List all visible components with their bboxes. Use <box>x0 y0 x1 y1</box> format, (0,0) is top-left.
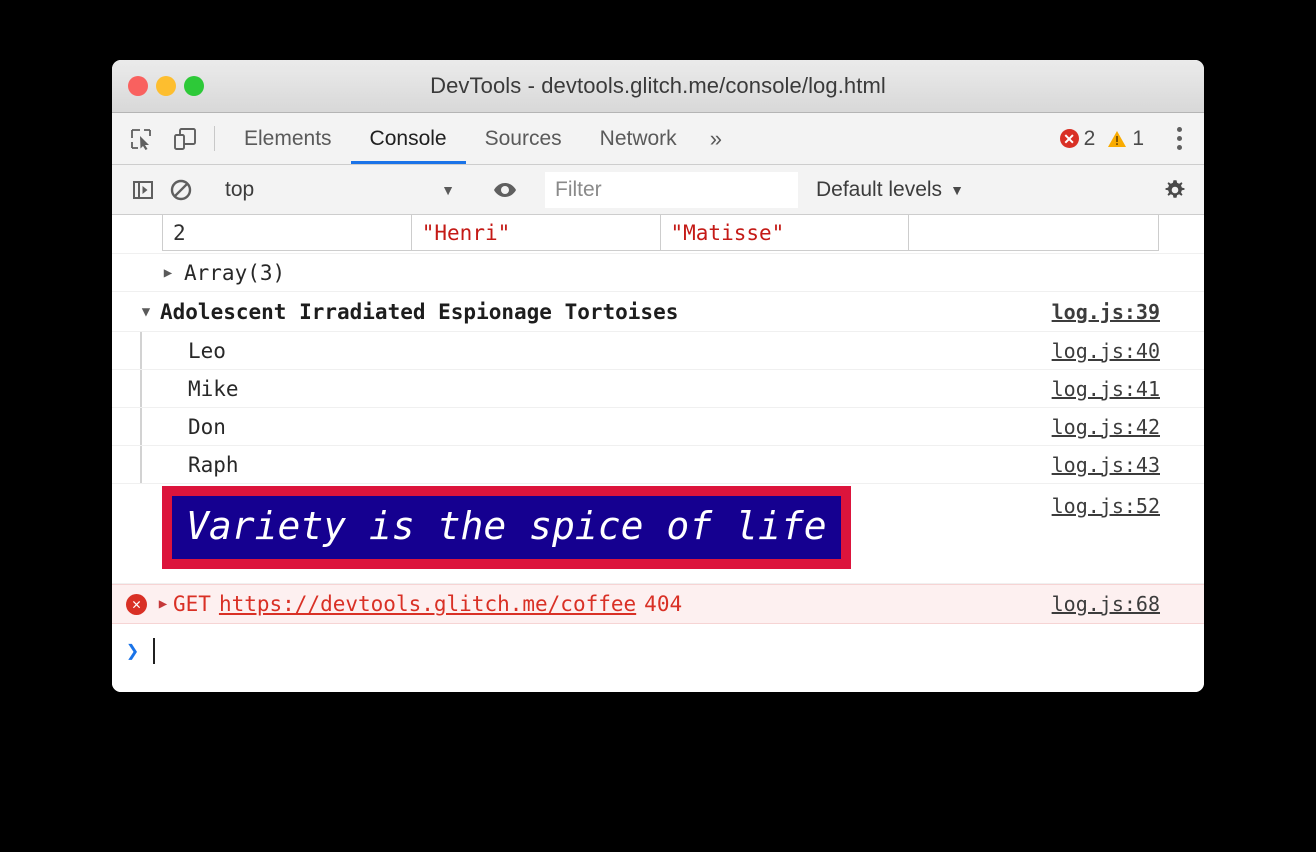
message-text: Mike <box>188 377 239 401</box>
tab-elements[interactable]: Elements <box>225 113 351 164</box>
chevron-right-icon[interactable]: ▶ <box>160 265 176 281</box>
source-link[interactable]: log.js:52 <box>1052 494 1160 518</box>
source-link[interactable]: log.js:43 <box>1052 453 1160 477</box>
table-cell-value: "Matisse" <box>661 215 910 250</box>
console-table: 2 "Henri" "Matisse" <box>112 215 1204 254</box>
request-url[interactable]: https://devtools.glitch.me/coffee <box>219 592 636 616</box>
message-text: Raph <box>188 453 239 477</box>
response-status: 404 <box>644 592 682 616</box>
console-message[interactable]: Mike log.js:41 <box>112 370 1204 408</box>
filter-input[interactable] <box>545 172 798 208</box>
devtools-window: DevTools - devtools.glitch.me/console/lo… <box>112 60 1204 692</box>
console-message[interactable]: Don log.js:42 <box>112 408 1204 446</box>
console-message-error[interactable]: ✕ ▶ GET https://devtools.glitch.me/coffe… <box>112 584 1204 624</box>
warning-triangle-icon <box>1107 130 1127 148</box>
window-titlebar: DevTools - devtools.glitch.me/console/lo… <box>112 60 1204 113</box>
table-cell-index: 2 <box>163 215 412 250</box>
chevron-down-icon: ▼ <box>441 182 465 198</box>
table-cell-value: "Henri" <box>412 215 661 250</box>
source-link[interactable]: log.js:39 <box>1052 300 1160 324</box>
devtools-tabbar: Elements Console Sources Network » ✕ 2 1 <box>112 113 1204 165</box>
show-console-sidebar-icon[interactable] <box>124 171 162 209</box>
message-text: Don <box>188 415 226 439</box>
tabbar-left-icons <box>122 113 204 164</box>
tab-console[interactable]: Console <box>351 113 466 164</box>
tabbar-divider <box>214 126 215 151</box>
tabbar-right-group: ✕ 2 1 <box>1060 113 1204 164</box>
console-group-title: Adolescent Irradiated Espionage Tortoise… <box>160 300 678 324</box>
log-levels-value: Default levels <box>816 178 942 202</box>
styled-message-text: Variety is the spice of life <box>162 486 851 569</box>
chevron-down-icon[interactable]: ▼ <box>138 304 154 320</box>
table-row[interactable]: 2 "Henri" "Matisse" <box>162 215 1159 251</box>
execution-context-value: top <box>225 178 254 202</box>
console-message[interactable]: Leo log.js:40 <box>112 332 1204 370</box>
error-circle-icon: ✕ <box>126 594 147 615</box>
console-group-header[interactable]: ▼ Adolescent Irradiated Espionage Tortoi… <box>112 292 1204 332</box>
prompt-chevron-icon: ❯ <box>126 639 139 664</box>
panel-tabs: Elements Console Sources Network » <box>225 113 736 164</box>
log-levels-selector[interactable]: Default levels ▼ <box>816 178 964 202</box>
source-link[interactable]: log.js:42 <box>1052 415 1160 439</box>
warning-count-value: 1 <box>1132 127 1144 151</box>
tab-sources[interactable]: Sources <box>466 113 581 164</box>
clear-console-icon[interactable] <box>162 171 200 209</box>
warning-count[interactable]: 1 <box>1107 127 1144 151</box>
console-toolbar-right <box>1135 171 1204 209</box>
window-title: DevTools - devtools.glitch.me/console/lo… <box>112 73 1204 99</box>
device-toolbar-icon[interactable] <box>166 120 204 158</box>
console-toolbar: top ▼ Default levels ▼ <box>112 165 1204 215</box>
create-live-expression-icon[interactable] <box>486 171 524 209</box>
error-count-value: 2 <box>1084 127 1096 151</box>
tab-network[interactable]: Network <box>581 113 696 164</box>
console-prompt[interactable]: ❯ <box>112 624 1204 678</box>
source-link[interactable]: log.js:41 <box>1052 377 1160 401</box>
execution-context-selector[interactable]: top ▼ <box>221 178 465 202</box>
inspect-element-icon[interactable] <box>122 120 160 158</box>
console-message-styled[interactable]: Variety is the spice of life log.js:52 <box>112 484 1204 584</box>
console-group-body: Leo log.js:40 Mike log.js:41 Don log.js:… <box>112 332 1204 484</box>
kebab-menu-icon[interactable] <box>1161 127 1196 150</box>
message-text: Leo <box>188 339 226 363</box>
error-circle-icon: ✕ <box>1060 129 1079 148</box>
chevron-down-icon: ▼ <box>950 182 964 198</box>
chevron-right-icon[interactable]: ▶ <box>155 596 171 612</box>
source-link[interactable]: log.js:40 <box>1052 339 1160 363</box>
request-method: GET <box>173 592 211 616</box>
array-preview-label: Array(3) <box>184 261 285 285</box>
gear-icon[interactable] <box>1156 171 1194 209</box>
console-message-array[interactable]: ▶ Array(3) <box>112 254 1204 292</box>
table-cell-value <box>909 215 1158 250</box>
more-tabs-icon[interactable]: » <box>696 113 736 164</box>
source-link[interactable]: log.js:68 <box>1052 592 1160 616</box>
error-count[interactable]: ✕ 2 <box>1060 127 1096 151</box>
console-message[interactable]: Raph log.js:43 <box>112 446 1204 484</box>
text-cursor <box>153 638 155 664</box>
console-messages[interactable]: 2 "Henri" "Matisse" ▶ Array(3) ▼ Adolesc… <box>112 215 1204 692</box>
